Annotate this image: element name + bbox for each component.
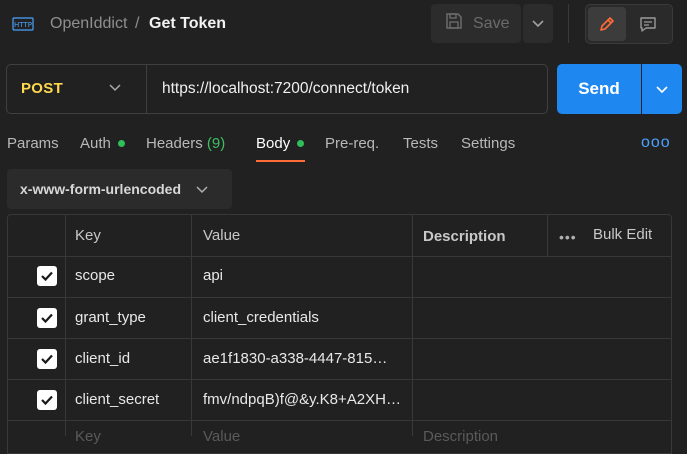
tab-headers-label: Headers [146,135,203,152]
row-value[interactable]: api [203,267,409,284]
row-key[interactable]: client_secret [75,391,185,408]
tab-headers[interactable]: Headers (9) [146,135,225,152]
bulk-edit-button[interactable]: Bulk Edit [593,226,652,243]
tab-tests[interactable]: Tests [403,135,438,152]
check-icon [41,354,53,365]
http-icon: HTTP [12,13,34,35]
chevron-down-icon [532,19,544,27]
tab-auth[interactable]: Auth [80,135,111,152]
column-header-value: Value [203,227,241,244]
new-key-placeholder[interactable]: Key [75,428,101,445]
divider [547,214,548,256]
params-table [7,214,672,454]
comment-icon [640,17,656,32]
tab-pre-request[interactable]: Pre-req. [325,135,379,152]
status-dot [297,140,304,147]
divider [7,297,672,298]
check-icon [41,395,53,406]
chevron-down-icon [656,86,668,94]
breadcrumb-separator: / [135,15,140,32]
tab-body[interactable]: Body [256,135,290,152]
send-button[interactable]: Send [557,64,641,114]
column-header-key: Key [75,227,101,244]
status-dot [118,140,125,147]
breadcrumb-collection[interactable]: OpenIddict [50,15,127,33]
edit-mode-button[interactable] [588,7,626,41]
comments-button[interactable] [629,7,667,41]
body-type-select[interactable]: x-www-form-urlencoded [7,169,232,209]
divider [7,256,672,257]
divider [65,214,66,436]
check-icon [41,313,53,324]
save-label: Save [473,14,510,32]
row-checkbox[interactable] [37,390,57,410]
row-key[interactable]: scope [75,267,185,284]
divider [7,338,672,339]
tab-headers-count: (9) [206,135,226,152]
row-checkbox[interactable] [37,266,57,286]
active-tab-indicator [256,160,305,162]
row-key[interactable]: grant_type [75,309,185,326]
row-value[interactable]: fmv/ndpqB)f@&y.K8+A2XH… [203,391,409,408]
divider [412,214,413,436]
method-select[interactable]: POST [21,80,63,97]
more-options-icon[interactable]: ooo [641,134,671,152]
chevron-down-icon [196,186,208,194]
url-input[interactable]: https://localhost:7200/connect/token [162,80,409,98]
new-description-placeholder[interactable]: Description [423,428,498,445]
body-type-label: x-www-form-urlencoded [20,181,182,197]
divider [7,379,672,380]
pencil-icon [600,17,614,31]
divider [7,420,672,421]
save-options-button[interactable] [523,4,553,43]
send-options-button[interactable] [642,64,682,114]
tab-params[interactable]: Params [7,135,59,152]
column-options-icon[interactable]: ••• [559,229,577,245]
row-checkbox[interactable] [37,349,57,369]
divider [146,65,147,113]
svg-text:HTTP: HTTP [14,21,32,29]
new-value-placeholder[interactable]: Value [203,428,240,445]
check-icon [41,271,53,282]
save-button[interactable]: Save [431,4,521,43]
row-value[interactable]: client_credentials [203,309,409,326]
tab-settings[interactable]: Settings [461,135,515,152]
divider [191,214,192,436]
row-key[interactable]: client_id [75,350,185,367]
row-checkbox[interactable] [37,308,57,328]
chevron-down-icon[interactable] [108,80,122,99]
row-value[interactable]: ae1f1830-a338-4447-815… [203,350,409,367]
save-icon [445,12,463,35]
divider [568,4,569,43]
column-header-description: Description [423,228,506,245]
request-title[interactable]: Get Token [149,15,226,33]
